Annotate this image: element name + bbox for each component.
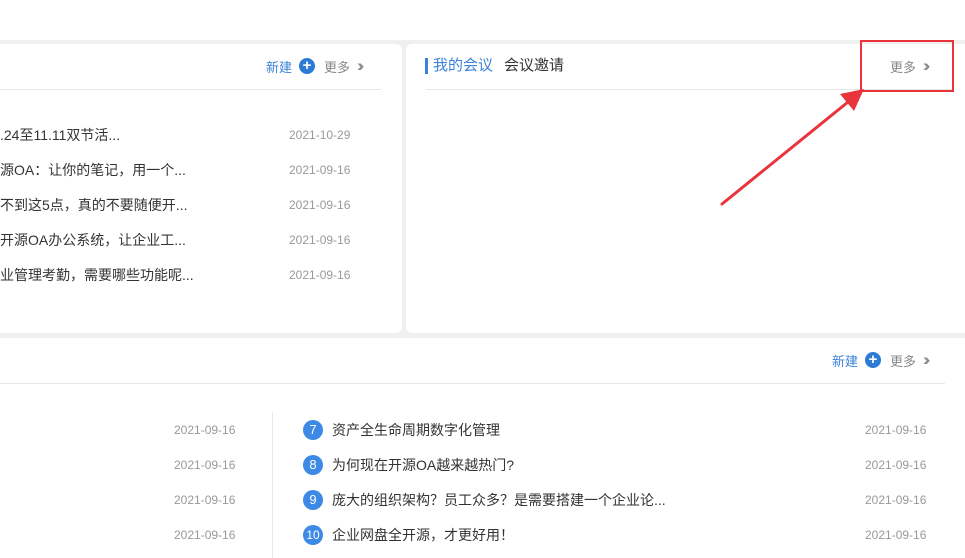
news-title[interactable]: 企业网盘全开源，才更好用！ [332, 525, 514, 545]
news-title[interactable]: .24至11.11双节活... [0, 125, 120, 145]
news-title[interactable]: 源OA：让你的笔记，用一个... [0, 160, 186, 180]
news-date: 2021-10-29 [289, 128, 351, 142]
news-new-button[interactable]: 新建 [266, 60, 292, 76]
news-date: 2021-09-16 [174, 423, 236, 437]
rank-badge: 9 [303, 490, 323, 510]
list-item[interactable]: 业管理考勤，需要哪些功能呢... 2021-09-16 [0, 265, 360, 285]
list-item[interactable]: 源OA：让你的笔记，用一个... 2021-09-16 [0, 160, 360, 180]
column-divider [272, 412, 273, 558]
plus-circle-icon[interactable]: + [299, 58, 315, 74]
header-divider [0, 383, 945, 384]
list-item[interactable]: 7 资产全生命周期数字化管理 2021-09-16 [303, 420, 933, 440]
news-title[interactable]: 资产全生命周期数字化管理 [332, 420, 500, 440]
news-date: 2021-09-16 [289, 233, 351, 247]
news-panel: 新建 + 更多 ›› .24至11.11双节活... 2021-10-29 源O… [0, 44, 402, 333]
list-item[interactable]: 9 庞大的组织架构？员工众多？是需要搭建一个企业论... 2021-09-16 [303, 490, 933, 510]
news-title[interactable]: 业管理考勤，需要哪些功能呢... [0, 265, 194, 285]
news-date: 2021-09-16 [289, 268, 351, 282]
list-item[interactable]: 10 企业网盘全开源，才更好用！ 2021-09-16 [303, 525, 933, 545]
double-chevron-right-icon[interactable]: ›› [357, 57, 365, 74]
list-item[interactable]: 8 为何现在开源OA越来越热门? 2021-09-16 [303, 455, 933, 475]
rank-badge: 10 [303, 525, 323, 545]
bottom-news-panel: 新建 + 更多 ›› 2021-09-16 2021-09-16 2021-09… [0, 338, 965, 558]
news-date: 2021-09-16 [174, 528, 236, 542]
list-item[interactable]: 开源OA办公系统，让企业工... 2021-09-16 [0, 230, 360, 250]
rank-badge: 7 [303, 420, 323, 440]
top-bar [0, 0, 965, 40]
rank-badge: 8 [303, 455, 323, 475]
news-title[interactable]: 开源OA办公系统，让企业工... [0, 230, 186, 250]
active-tab-indicator [425, 58, 428, 74]
news-title[interactable]: 不到这5点，真的不要随便开... [0, 195, 187, 215]
list-item[interactable]: .24至11.11双节活... 2021-10-29 [0, 125, 360, 145]
news-date: 2021-09-16 [865, 458, 927, 472]
news-title[interactable]: 庞大的组织架构？员工众多？是需要搭建一个企业论... [332, 490, 666, 510]
annotation-highlight-box [860, 40, 954, 92]
news-title[interactable]: 为何现在开源OA越来越热门? [332, 455, 514, 475]
news-date: 2021-09-16 [289, 198, 351, 212]
news-date: 2021-09-16 [289, 163, 351, 177]
list-item[interactable]: 不到这5点，真的不要随便开... 2021-09-16 [0, 195, 360, 215]
tab-my-meetings[interactable]: 我的会议 [433, 56, 493, 76]
news-date: 2021-09-16 [174, 493, 236, 507]
news-date: 2021-09-16 [865, 528, 927, 542]
news-date: 2021-09-16 [865, 493, 927, 507]
news-more-button[interactable]: 更多 [324, 60, 350, 76]
tab-meeting-invites[interactable]: 会议邀请 [504, 56, 564, 76]
bottom-new-button[interactable]: 新建 [832, 354, 858, 370]
news-date: 2021-09-16 [865, 423, 927, 437]
header-divider [0, 89, 381, 90]
plus-circle-icon[interactable]: + [865, 352, 881, 368]
double-chevron-right-icon[interactable]: ›› [923, 351, 931, 368]
news-date: 2021-09-16 [174, 458, 236, 472]
bottom-more-button[interactable]: 更多 [890, 354, 916, 370]
